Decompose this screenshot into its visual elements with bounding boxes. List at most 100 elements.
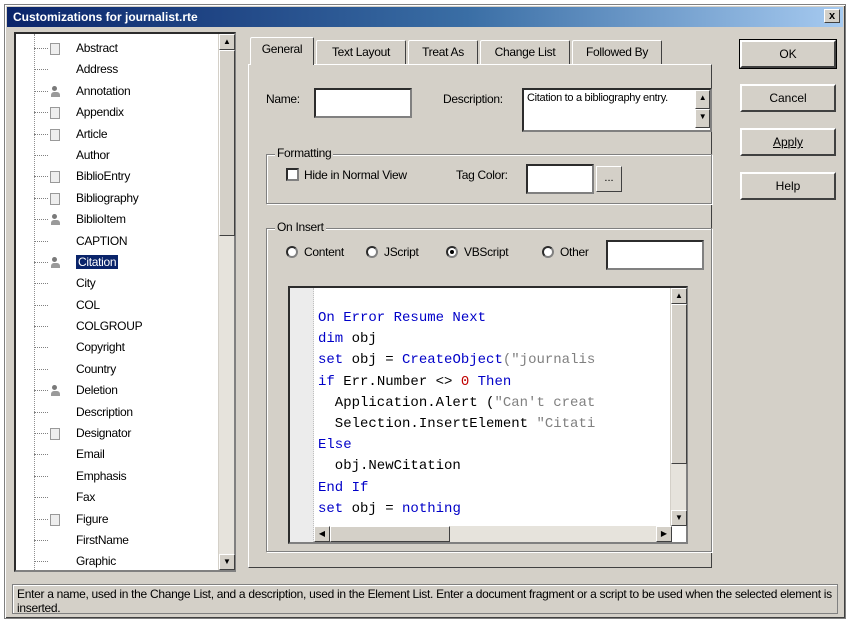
- tree-item[interactable]: Country: [16, 359, 216, 380]
- code-token: Then: [477, 373, 512, 390]
- element-tree[interactable]: Abstract Address Annotation Appendix Article…: [14, 32, 236, 572]
- tree-branch-line: [34, 197, 48, 199]
- tree-item[interactable]: Deletion: [16, 380, 216, 401]
- tree-branch-line: [34, 176, 48, 178]
- tree-item[interactable]: Description: [16, 402, 216, 423]
- code-line: obj.NewCitation: [318, 456, 668, 477]
- tree-branch-line: [34, 261, 48, 263]
- tree-branch-line: [34, 240, 48, 242]
- code-token: if: [318, 373, 335, 390]
- tree-item[interactable]: COLGROUP: [16, 316, 216, 337]
- tree-item[interactable]: Emphasis: [16, 466, 216, 487]
- scroll-thumb[interactable]: [219, 50, 235, 236]
- tree-item[interactable]: Annotation: [16, 81, 216, 102]
- tree-item[interactable]: CAPTION: [16, 231, 216, 252]
- tab-followed-by[interactable]: Followed By: [572, 40, 662, 64]
- code-token: ("journalis: [502, 352, 596, 369]
- tree-item[interactable]: City: [16, 273, 216, 294]
- tree-item[interactable]: Address: [16, 59, 216, 80]
- tree-item-label: Annotation: [76, 83, 131, 98]
- tree-item[interactable]: COL: [16, 295, 216, 316]
- editor-vertical-scrollbar[interactable]: ▲ ▼: [670, 288, 687, 526]
- tree-item[interactable]: Author: [16, 145, 216, 166]
- tag-color-field[interactable]: [526, 164, 594, 194]
- code-token: "Citati: [536, 415, 596, 432]
- tree-item[interactable]: Fax: [16, 487, 216, 508]
- code-line: Selection.InsertElement "Citati: [318, 414, 668, 435]
- page-icon: [50, 43, 60, 55]
- tree-item[interactable]: Designator: [16, 423, 216, 444]
- tree-branch-line: [34, 433, 48, 435]
- code-line: set obj = CreateObject("journalis: [318, 350, 668, 371]
- tree-item[interactable]: BiblioItem: [16, 209, 216, 230]
- description-scroll-down-icon[interactable]: ▼: [695, 109, 710, 128]
- tree-branch-line: [34, 368, 48, 370]
- code-token: obj =: [343, 352, 403, 369]
- other-field[interactable]: [606, 240, 704, 270]
- name-field[interactable]: [314, 88, 412, 118]
- person-icon: [50, 256, 60, 269]
- tree-item-label: Appendix: [76, 105, 124, 120]
- close-button[interactable]: x: [824, 9, 840, 23]
- tab-general[interactable]: General: [250, 37, 314, 65]
- content-radio[interactable]: [286, 246, 298, 258]
- description-label: Description:: [443, 92, 503, 106]
- ok-button[interactable]: OK: [739, 39, 837, 69]
- editor-scroll-thumb[interactable]: [671, 304, 687, 464]
- page-icon: [50, 513, 60, 526]
- code-token: nothing: [402, 500, 461, 517]
- tree-item[interactable]: Article: [16, 124, 216, 145]
- jscript-radio[interactable]: [366, 246, 378, 258]
- tab-change-list[interactable]: Change List: [480, 40, 570, 64]
- tree-item[interactable]: Abstract: [16, 38, 216, 59]
- editor-scroll-right-icon[interactable]: ▶: [656, 526, 672, 542]
- person-icon: [50, 214, 60, 226]
- tag-color-button[interactable]: ...: [596, 166, 622, 192]
- help-button[interactable]: Help: [740, 172, 836, 200]
- tree-item[interactable]: Copyright: [16, 337, 216, 358]
- editor-scroll-left-icon[interactable]: ◀: [314, 526, 330, 542]
- tree-vertical-scrollbar[interactable]: ▲ ▼: [218, 34, 235, 570]
- tree-branch-line: [34, 561, 48, 563]
- script-editor[interactable]: On Error Resume Next dim obj set obj = Cre…: [288, 286, 688, 544]
- name-label: Name:: [266, 92, 300, 106]
- tree-item[interactable]: Graphic: [16, 551, 216, 572]
- tree-item[interactable]: Email: [16, 444, 216, 465]
- editor-hscroll-thumb[interactable]: [330, 526, 450, 542]
- tree-item[interactable]: Bibliography: [16, 188, 216, 209]
- tree-item-label: Bibliography: [76, 190, 139, 205]
- tree-item-label: Fax: [76, 490, 96, 505]
- tree-item[interactable]: FirstName: [16, 530, 216, 551]
- vbscript-radio-label: VBScript: [464, 245, 509, 259]
- tab-treat-as[interactable]: Treat As: [408, 40, 478, 64]
- hide-in-normal-view-checkbox[interactable]: [286, 168, 299, 181]
- description-scroll-up-icon[interactable]: ▲: [695, 90, 710, 109]
- editor-scroll-up-icon[interactable]: ▲: [671, 288, 687, 304]
- tree-branch-line: [34, 475, 48, 477]
- other-radio[interactable]: [542, 246, 554, 258]
- tree-item-label: Deletion: [76, 383, 118, 398]
- other-radio-label: Other: [560, 245, 589, 259]
- page-icon: [50, 128, 60, 141]
- tree-branch-line: [34, 154, 48, 156]
- tree-item-label: Country: [76, 361, 116, 376]
- tree-item[interactable]: Figure: [16, 509, 216, 530]
- tree-item[interactable]: Appendix: [16, 102, 216, 123]
- scroll-down-icon[interactable]: ▼: [219, 554, 235, 570]
- tree-branch-line: [34, 48, 48, 49]
- tree-item[interactable]: BiblioEntry: [16, 166, 216, 187]
- apply-button[interactable]: Apply: [740, 128, 836, 156]
- tab-text-layout[interactable]: Text Layout: [316, 40, 406, 64]
- code-token: dim: [318, 331, 344, 348]
- tree-branch-line: [34, 326, 48, 328]
- cancel-button[interactable]: Cancel: [740, 84, 836, 112]
- tree-item[interactable]: Citation: [16, 252, 216, 273]
- editor-scroll-down-icon[interactable]: ▼: [671, 510, 687, 526]
- editor-horizontal-scrollbar[interactable]: ◀ ▶: [314, 526, 672, 542]
- vbscript-radio[interactable]: [446, 246, 458, 258]
- scroll-up-icon[interactable]: ▲: [219, 34, 235, 50]
- tree-branch-line: [34, 539, 48, 541]
- description-field[interactable]: Citation to a bibliography entry. ▲ ▼: [522, 88, 712, 132]
- page-icon: [50, 171, 60, 184]
- code-token: Application.Alert (: [318, 394, 495, 411]
